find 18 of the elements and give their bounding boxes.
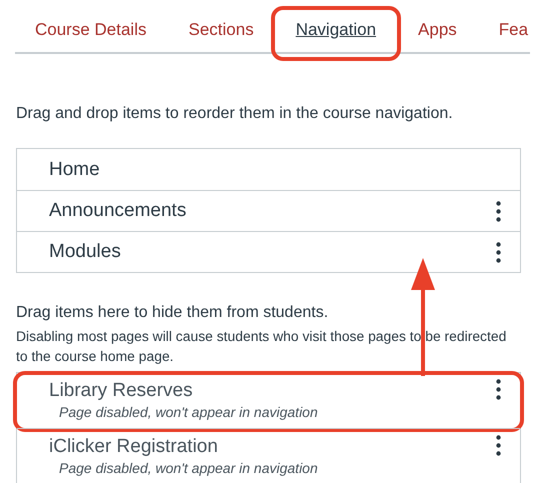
help-text: Disabling most pages will cause students who visit those pages to be redirected to the course home page. bbox=[16, 327, 508, 366]
more-options-icon[interactable] bbox=[496, 435, 501, 456]
tab[interactable]: Apps bbox=[397, 19, 478, 41]
more-options-icon[interactable] bbox=[496, 200, 501, 222]
tab[interactable]: Navigation bbox=[274, 19, 398, 41]
status-text: Page disabled, won't appear in navigation bbox=[58, 403, 318, 421]
tab[interactable]: Fea bbox=[478, 19, 545, 41]
nav-item[interactable]: Home bbox=[17, 149, 520, 190]
section-heading: Drag items here to hide them from students. bbox=[16, 303, 330, 323]
more-options-icon[interactable] bbox=[496, 379, 501, 400]
tab[interactable]: Sections bbox=[168, 19, 275, 41]
nav-item-label[interactable]: Library Reserves bbox=[49, 379, 318, 403]
nav-item-label[interactable]: iClicker Registration bbox=[49, 435, 318, 459]
nav-item[interactable]: Announcements bbox=[17, 190, 520, 231]
instruction-text: Drag and drop items to reorder them in the course navigation. bbox=[16, 104, 454, 124]
more-options-icon[interactable] bbox=[496, 242, 501, 262]
status-text: Page disabled, won't appear in navigation bbox=[58, 459, 318, 477]
tab[interactable]: Course Details bbox=[15, 19, 168, 41]
